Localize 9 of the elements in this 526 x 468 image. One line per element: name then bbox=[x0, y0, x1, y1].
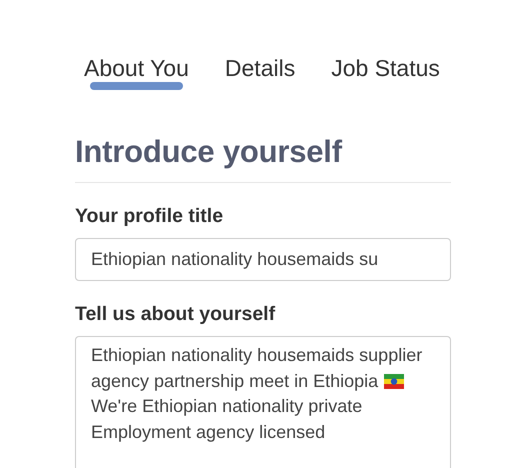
flag-icon bbox=[384, 374, 404, 388]
input-field[interactable]: Ethiopian nationality housemaids su bbox=[75, 238, 451, 281]
tab[interactable]: Details bbox=[224, 44, 296, 92]
tab[interactable]: Job Status bbox=[331, 44, 440, 92]
field-label: Your profile title bbox=[75, 205, 224, 228]
section-heading: Introduce yourself bbox=[75, 134, 451, 183]
tab[interactable]: About You bbox=[84, 44, 189, 92]
field-label: Tell us about yourself bbox=[75, 303, 276, 326]
text-area[interactable]: Ethiopian nationality housemaids supplier agency partnership meet in Ethiopia We're Ethiopian nationality private Employment agency licensed bbox=[75, 336, 451, 468]
